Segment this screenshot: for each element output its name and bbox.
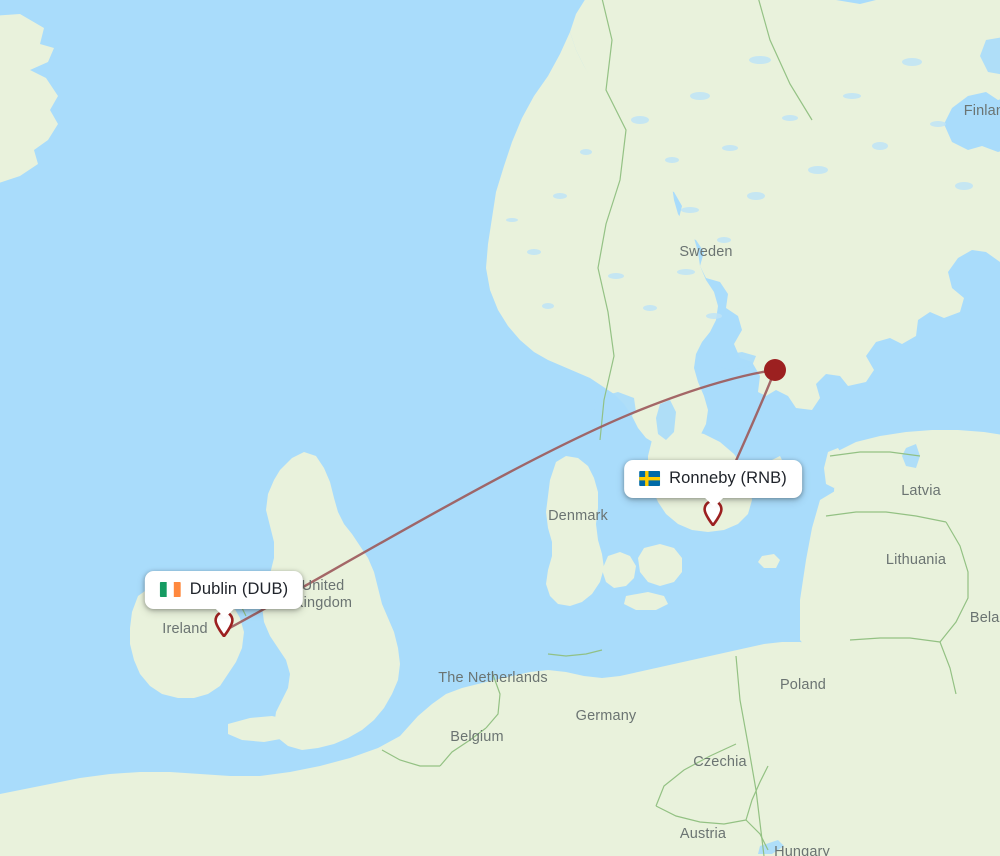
airport-tooltip-label-rnb: Ronneby (RNB) [669,469,787,487]
ireland-flag [159,582,181,597]
airport-tooltip-rnb[interactable]: Ronneby (RNB) [624,460,802,507]
land-baltic-states [800,474,1000,670]
tooltip-pointer [214,608,235,618]
sweden-flag [639,471,661,486]
tooltip-pointer [703,497,724,507]
flight-route-map[interactable]: FinlandSwedenLatviaDenmarkLithuaniaUnite… [0,0,1000,856]
map-canvas[interactable] [0,0,1000,856]
route-hub-marker[interactable] [764,359,786,381]
airport-tooltip-label-dub: Dublin (DUB) [189,580,289,598]
airport-tooltip-dub[interactable]: Dublin (DUB) [144,571,304,618]
